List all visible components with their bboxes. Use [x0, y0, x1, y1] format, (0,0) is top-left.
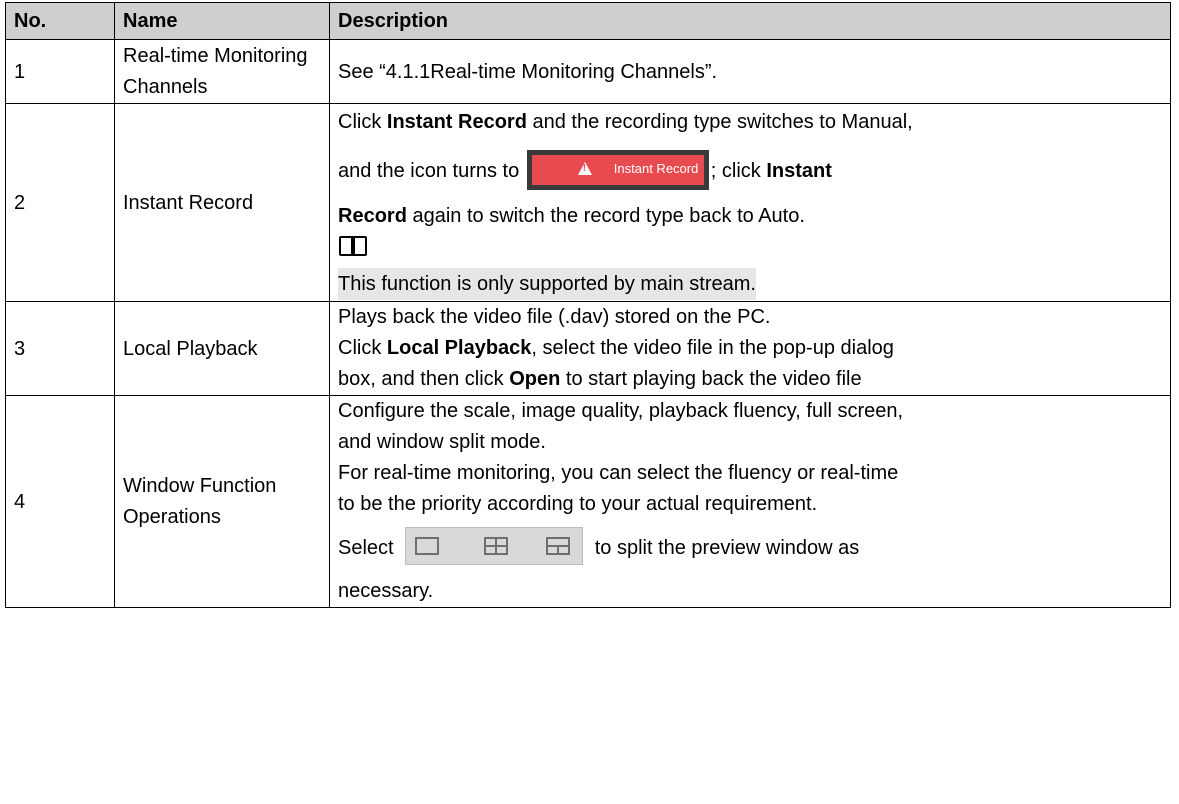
text: and the recording type switches to Manua… [526, 111, 913, 133]
row-name-text: Real-time Monitoring Channels [123, 44, 308, 98]
text: ; click [710, 160, 767, 182]
table-row: 3 Local Playback Plays back the video fi… [5, 301, 1171, 396]
table-row: 1 Real-time Monitoring Channels See “4.1… [5, 39, 1171, 104]
text: box, and then click [338, 368, 510, 390]
header-name: Name [114, 2, 330, 40]
note-text: This function is only supported by main … [338, 268, 756, 300]
desc-line: Configure the scale, image quality, play… [338, 400, 904, 422]
desc-line: Plays back the video file (.dav) stored … [338, 306, 771, 328]
text: to start playing back the video file [560, 368, 862, 390]
row-name: Instant Record [114, 103, 330, 302]
row-description: See “4.1.1Real-time Monitoring Channels”… [329, 39, 1171, 104]
row-no: 4 [5, 395, 115, 608]
row-description: Plays back the video file (.dav) stored … [329, 301, 1171, 396]
text: again to switch the record type back to … [406, 205, 805, 227]
desc-line: to be the priority according to your act… [338, 493, 818, 515]
row-description: Click Instant Record and the recording t… [329, 103, 1171, 302]
window-split-icons [405, 526, 584, 565]
warning-icon [577, 161, 592, 175]
desc-line: and window split mode. [338, 431, 546, 453]
text: Click [338, 337, 387, 359]
table-row: 2 Instant Record Click Instant Record an… [5, 103, 1171, 302]
text: to split the preview window as [589, 537, 860, 559]
split-3-window-icon [546, 536, 571, 555]
header-description: Description [329, 2, 1171, 40]
note-book-icon [338, 236, 370, 260]
desc-line: necessary. [338, 580, 434, 602]
desc-line: For real-time monitoring, you can select… [338, 462, 899, 484]
row-no: 1 [5, 39, 115, 104]
row-name-text: Window Function Operations [123, 474, 277, 528]
table-header-row: No. Name Description [5, 2, 1171, 40]
header-no: No. [5, 2, 115, 40]
split-4-window-icon [484, 536, 509, 555]
row-name: Real-time Monitoring Channels [114, 39, 330, 104]
table-row: 4 Window Function Operations Configure t… [5, 395, 1171, 608]
instant-record-button-label: Instant Record [613, 160, 699, 176]
description-table: No. Name Description 1 Real-time Monitor… [5, 2, 1171, 608]
bold-text: Instant Record [386, 111, 527, 133]
bold-text: Instant [766, 160, 832, 182]
text: Select [338, 537, 400, 559]
text: , select the video file in the pop-up di… [531, 337, 894, 359]
row-description: Configure the scale, image quality, play… [329, 395, 1171, 608]
split-1-window-icon [415, 536, 440, 555]
row-no: 2 [5, 103, 115, 302]
row-name: Local Playback [114, 301, 330, 396]
row-no: 3 [5, 301, 115, 396]
instant-record-button-image: Instant Record [526, 149, 709, 190]
row-name: Window Function Operations [114, 395, 330, 608]
bold-text: Open [509, 368, 561, 390]
bold-text: Local Playback [386, 337, 532, 359]
text: and the icon turns to [338, 160, 525, 182]
text: Click [338, 111, 387, 133]
bold-text: Record [338, 205, 407, 227]
